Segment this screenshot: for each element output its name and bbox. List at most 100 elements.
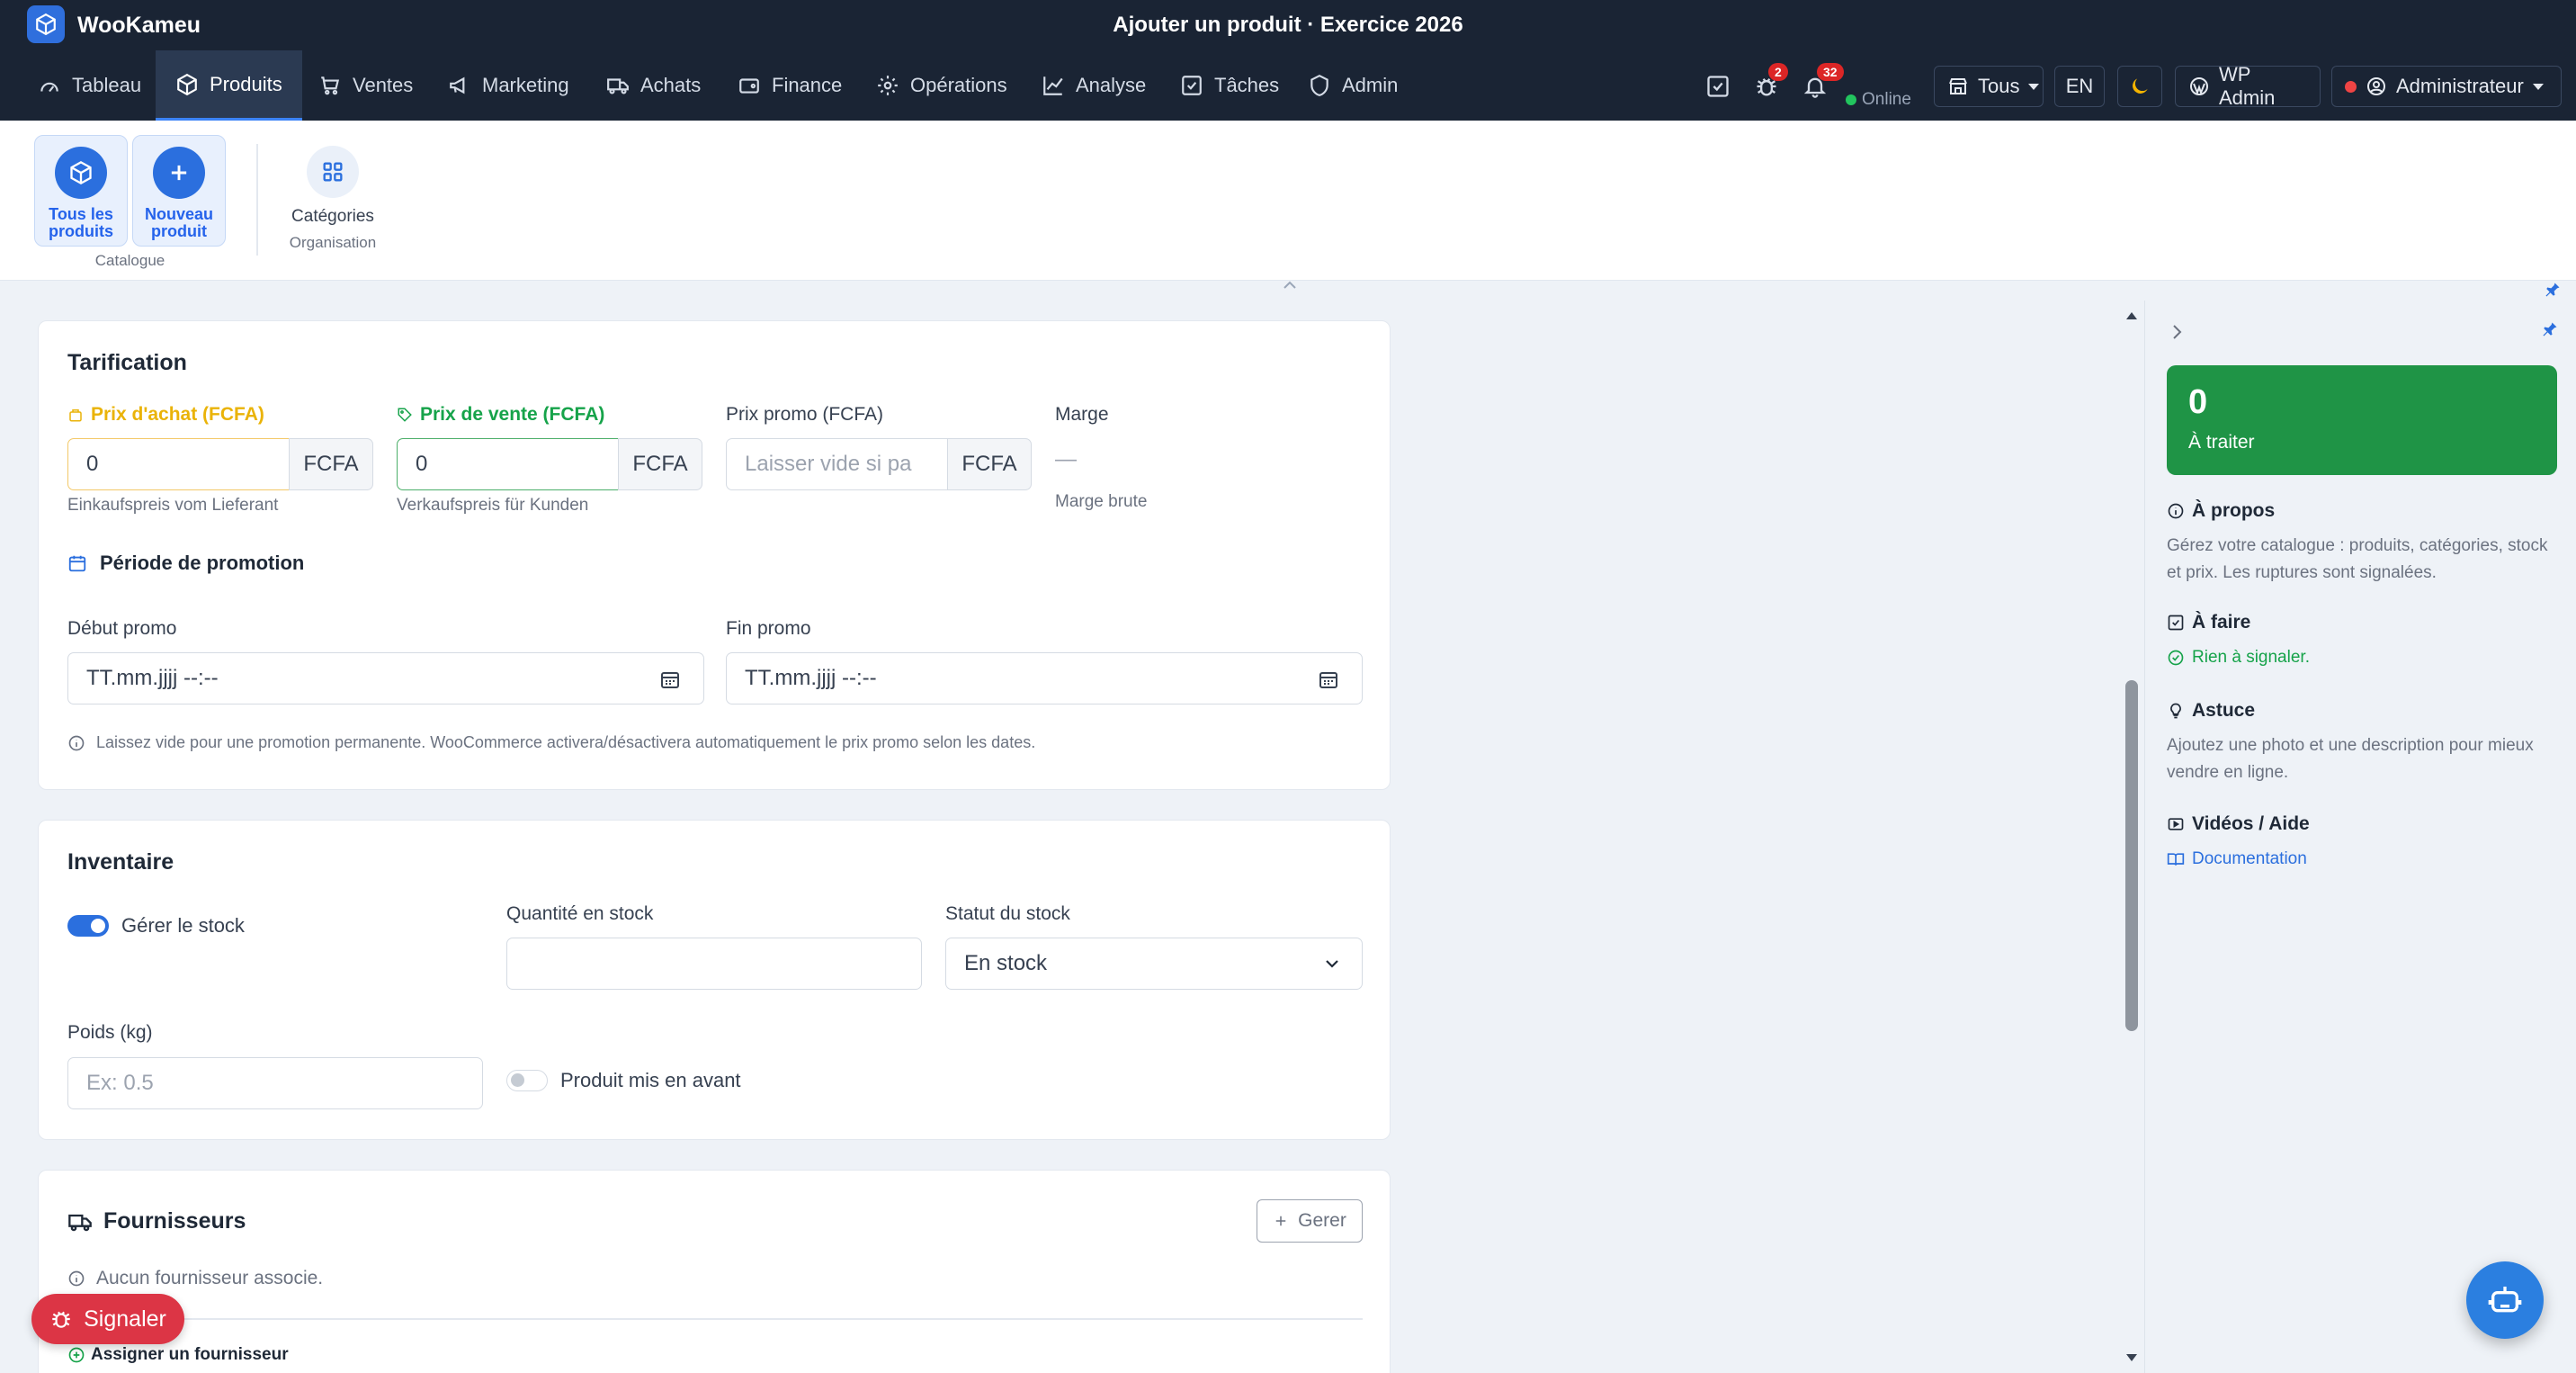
pricing-card: Tarification Prix d'achat (FCFA) 0 FCFA …: [38, 320, 1391, 790]
wallet-icon: [738, 74, 761, 97]
stock-status-label: Statut du stock: [945, 903, 1070, 924]
info-icon: [2167, 502, 2185, 520]
shield-icon: [1308, 74, 1331, 97]
about-text: Gérez votre catalogue : produits, catégo…: [2167, 536, 2548, 582]
promo-start-input[interactable]: TT.mm.jjjj --:--: [67, 652, 704, 704]
collapse-panel-button[interactable]: [2170, 322, 2183, 342]
margin-hint: Marge brute: [1055, 492, 1148, 511]
toggle-switch-on[interactable]: [67, 915, 109, 937]
lang-button[interactable]: EN: [2054, 66, 2105, 107]
organisation-group-label: Organisation: [289, 234, 377, 251]
nav-achats[interactable]: Achats: [586, 50, 720, 121]
lang-label: EN: [2065, 75, 2094, 97]
nav-tableau[interactable]: Tableau: [18, 50, 161, 121]
scrollbar-thumb[interactable]: [2125, 680, 2138, 1031]
suppliers-title: Fournisseurs: [103, 1208, 246, 1234]
purchase-price-label-text: Prix d'achat (FCFA): [91, 404, 264, 425]
collapse-ribbon-button[interactable]: [1281, 279, 1299, 292]
pricing-title: Tarification: [67, 350, 187, 375]
promo-price-label: Prix promo (FCFA): [726, 404, 884, 425]
user-menu[interactable]: Administrateur: [2331, 66, 2562, 107]
documentation-link[interactable]: Documentation: [2167, 849, 2307, 869]
bug-icon: [49, 1307, 73, 1331]
store-select-value: Tous: [1978, 75, 2020, 97]
wp-admin-button[interactable]: WP Admin: [2175, 63, 2321, 109]
weight-input[interactable]: Ex: 0.5: [67, 1057, 483, 1109]
check-circle-icon: [2167, 649, 2185, 667]
manage-stock-toggle[interactable]: Gérer le stock: [67, 914, 245, 938]
bell-badge: 32: [1817, 63, 1844, 81]
bag-icon: [67, 407, 84, 423]
gauge-icon: [38, 74, 61, 97]
assistant-button[interactable]: [2466, 1261, 2544, 1339]
main-scrollbar[interactable]: [2123, 306, 2141, 1368]
calendar-picker-icon[interactable]: [659, 669, 681, 690]
chevron-down-icon: [1323, 957, 1341, 970]
no-suppliers-message: Aucun fournisseur associe.: [67, 1268, 323, 1289]
todo-heading: À faire: [2167, 612, 2250, 633]
nav-analyse[interactable]: Analyse: [1022, 50, 1166, 121]
nav-label: Achats: [640, 74, 702, 96]
notifications-button[interactable]: 32: [1797, 63, 1844, 104]
nav-finance[interactable]: Finance: [718, 50, 862, 121]
dark-mode-toggle[interactable]: [2117, 66, 2162, 107]
margin-label: Marge: [1055, 404, 1109, 425]
promo-currency-addon: FCFA: [947, 438, 1032, 490]
about-title: À propos: [2192, 500, 2276, 521]
scroll-up-arrow-icon[interactable]: [2125, 311, 2138, 320]
scroll-down-arrow-icon[interactable]: [2125, 1353, 2138, 1362]
pin-panel-button[interactable]: [2541, 320, 2559, 338]
nav-label: Admin: [1342, 74, 1399, 96]
all-products-button[interactable]: Tous les produits: [34, 135, 128, 247]
todo-status-text: Rien à signaler.: [2192, 648, 2310, 667]
stock-qty-input[interactable]: [506, 938, 922, 990]
calendar-picker-icon[interactable]: [1318, 669, 1339, 690]
manage-suppliers-button[interactable]: Gerer: [1257, 1199, 1363, 1243]
categories-button[interactable]: Catégories: [283, 135, 382, 247]
nav-taches[interactable]: Tâches: [1160, 50, 1299, 121]
gear-icon: [876, 74, 899, 97]
purchase-currency-addon: FCFA: [289, 438, 373, 490]
featured-toggle[interactable]: Produit mis en avant: [506, 1069, 741, 1092]
check-square-icon: [2167, 614, 2185, 632]
todo-count-card[interactable]: 0 À traiter: [2167, 365, 2557, 475]
megaphone-icon: [448, 74, 471, 97]
sale-price-input[interactable]: 0: [397, 438, 620, 490]
nav-ventes[interactable]: Ventes: [299, 50, 433, 121]
pin-icon: [2541, 320, 2559, 338]
nav-label: Ventes: [353, 74, 414, 96]
bug-report-button[interactable]: 2: [1749, 63, 1788, 104]
wordpress-icon: [2188, 76, 2210, 97]
nav-produits[interactable]: Produits: [156, 50, 302, 121]
weight-label: Poids (kg): [67, 1022, 153, 1043]
new-product-button[interactable]: Nouveau produit: [132, 135, 226, 247]
documentation-label: Documentation: [2192, 849, 2307, 868]
catalogue-group-label: Catalogue: [94, 252, 165, 269]
stock-status-select[interactable]: En stock: [945, 938, 1363, 990]
nav-admin[interactable]: Admin: [1288, 50, 1418, 121]
stock-qty-label: Quantité en stock: [506, 903, 654, 924]
assign-supplier-label: Assigner un fournisseur: [91, 1345, 289, 1364]
ribbon-toolbar: Tous les produits Nouveau produit Catalo…: [0, 121, 2576, 297]
promo-end-input[interactable]: TT.mm.jjjj --:--: [726, 652, 1363, 704]
pin-ribbon-button[interactable]: [2544, 281, 2562, 299]
store-select[interactable]: Tous: [1934, 66, 2044, 107]
promo-price-input[interactable]: Laisser vide si pa: [726, 438, 949, 490]
video-icon: [2167, 815, 2185, 833]
ribbon-divider: [256, 144, 258, 256]
videos-title: Vidéos / Aide: [2192, 813, 2310, 834]
assign-supplier-link[interactable]: Assigner un fournisseur: [67, 1345, 289, 1365]
title-bar: WooKameu Ajouter un produit · Exercice 2…: [0, 0, 2576, 50]
margin-value: —: [1055, 447, 1077, 471]
toggle-switch-off[interactable]: [506, 1070, 548, 1091]
nav-marketing[interactable]: Marketing: [428, 50, 589, 121]
suppliers-divider: [67, 1318, 1363, 1320]
suppliers-card: Fournisseurs Gerer Aucun fournisseur ass…: [38, 1170, 1391, 1373]
purchase-price-input[interactable]: 0: [67, 438, 291, 490]
nav-label: Tâches: [1214, 74, 1280, 96]
promo-end-label: Fin promo: [726, 618, 811, 639]
sale-price-label: Prix de vente (FCFA): [397, 404, 604, 426]
signal-button[interactable]: Signaler: [31, 1294, 184, 1344]
tasks-check-button[interactable]: [1700, 68, 1736, 104]
nav-operations[interactable]: Opérations: [856, 50, 1027, 121]
